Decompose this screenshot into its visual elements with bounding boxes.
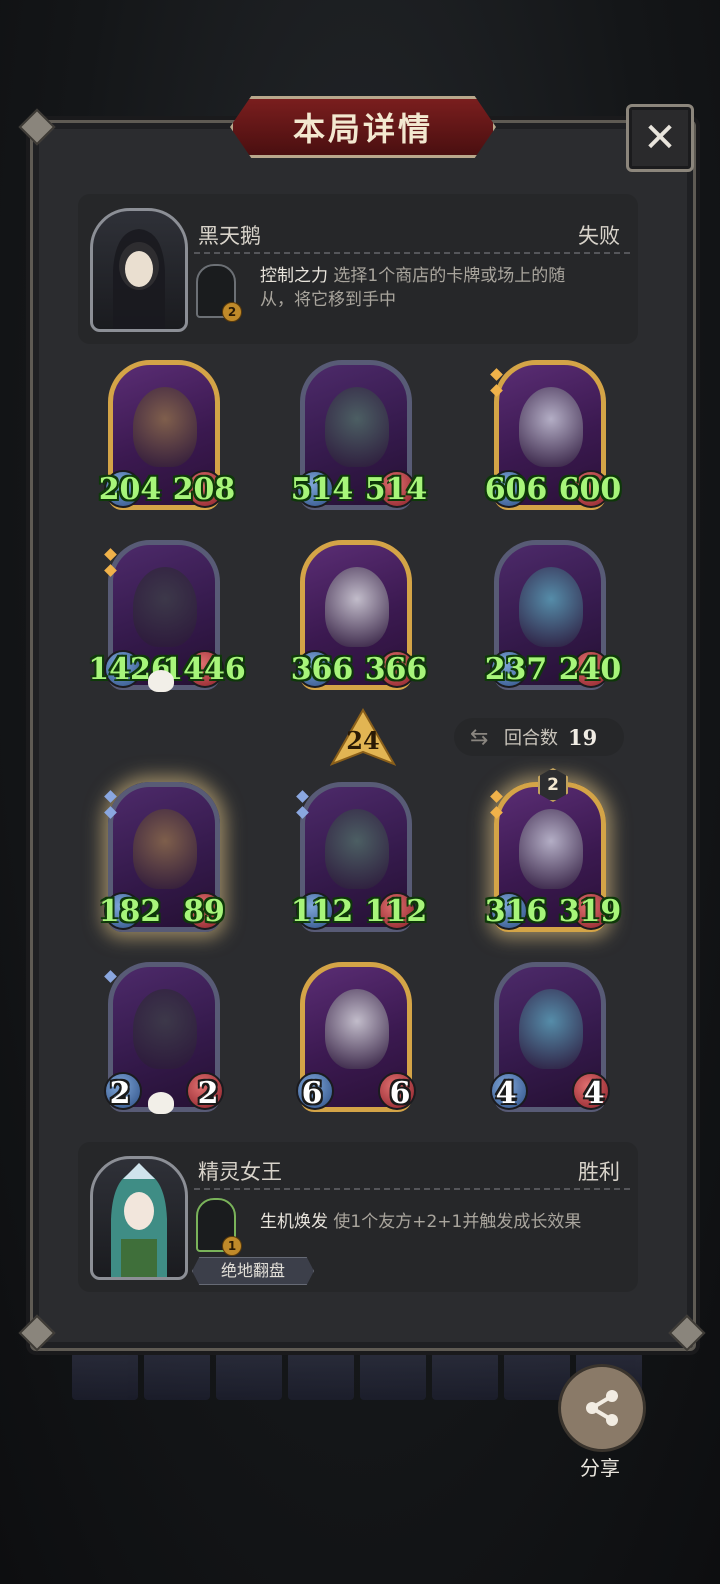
attack-value: 316: [484, 894, 548, 929]
minion-card[interactable]: 22: [104, 962, 224, 1118]
health-value: 2: [197, 1076, 219, 1111]
attack-value: 4: [495, 1076, 517, 1111]
health-value: 600: [558, 472, 622, 507]
skull-icon: [148, 1092, 174, 1114]
health-value: 208: [172, 472, 236, 507]
skull-icon: [148, 670, 174, 692]
player-portrait[interactable]: [90, 1156, 188, 1280]
attack-value: 366: [290, 652, 354, 687]
swap-icon: ⇆: [470, 724, 489, 750]
health-value: 4: [583, 1076, 605, 1111]
health-value: 89: [183, 894, 225, 929]
attack-value: 182: [98, 894, 162, 929]
health-value: 6: [389, 1076, 411, 1111]
minion-card[interactable]: 366 366: [291, 540, 427, 696]
attack-value: 112: [290, 894, 354, 929]
health-value: 240: [558, 652, 622, 687]
minion-card[interactable]: 237 240: [485, 540, 621, 696]
ability-text: 从，将它移到手中: [260, 290, 396, 310]
opponent-portrait[interactable]: [90, 208, 188, 332]
health-value: 319: [558, 894, 622, 929]
opponent-result: 失败: [578, 224, 620, 248]
ability-name: 生机焕发: [260, 1212, 328, 1232]
opponent-ability: 控制之力 选择1个商店的卡牌或场上的随 从，将它移到手中: [260, 264, 565, 312]
player-name: 精灵女王: [198, 1160, 282, 1184]
attack-value: 237: [484, 652, 548, 687]
minion-art: [133, 989, 197, 1069]
turn-indicator: 24: [330, 708, 396, 766]
player-card: 精灵女王 胜利 1 生机焕发 使1个友方+2+1并触发成长效果: [78, 1142, 638, 1292]
comeback-tag: 绝地翻盘: [192, 1257, 314, 1285]
turn-indicator-value: 24: [346, 726, 380, 755]
round-counter: ⇆ 回合数 19: [454, 718, 624, 756]
minion-art: [325, 989, 389, 1069]
minion-card[interactable]: 606 600: [485, 360, 621, 516]
hero-power-level: 2: [222, 302, 242, 322]
minion-art: [133, 809, 197, 889]
ability-name: 控制之力: [260, 266, 328, 286]
share-icon: [586, 1390, 618, 1426]
attack-value: 2: [109, 1076, 131, 1111]
divider: [194, 252, 630, 254]
minion-art: [325, 809, 389, 889]
health-value: 1446: [162, 652, 246, 687]
share-label: 分享: [580, 1456, 620, 1480]
health-value: 366: [364, 652, 428, 687]
minion-art: [133, 387, 197, 467]
attack-value: 6: [301, 1076, 323, 1111]
divider: [194, 1188, 630, 1190]
minion-art: [519, 809, 583, 889]
hero-power-level: 1: [222, 1236, 242, 1256]
close-button[interactable]: ✕: [626, 104, 694, 172]
minion-card[interactable]: 182 89: [99, 782, 225, 938]
health-value: 514: [364, 472, 428, 507]
health-value: 112: [364, 894, 428, 929]
hero-power-icon[interactable]: 2: [196, 264, 242, 322]
title-banner: 本局详情: [230, 96, 496, 158]
opponent-card: 黑天鹅 失败 2 控制之力 选择1个商店的卡牌或场上的随 从，将它移到手中: [78, 194, 638, 344]
minion-card[interactable]: 204 208: [99, 360, 235, 516]
ability-text: 使1个友方+2+1并触发成长效果: [333, 1212, 582, 1232]
close-icon: ✕: [643, 115, 677, 161]
player-result: 胜利: [578, 1160, 620, 1184]
background-card-strip: [72, 1352, 642, 1400]
attack-value: 204: [98, 472, 162, 507]
minion-art: [519, 567, 583, 647]
minion-card[interactable]: 1426 1446: [88, 540, 246, 696]
minion-card[interactable]: 112 112: [291, 782, 427, 938]
round-label: 回合数: [504, 728, 558, 749]
page-title: 本局详情: [292, 110, 433, 148]
minion-card[interactable]: 44: [490, 962, 610, 1118]
player-ability: 生机焕发 使1个友方+2+1并触发成长效果: [260, 1210, 581, 1234]
minion-art: [325, 567, 389, 647]
minion-art: [133, 567, 197, 647]
minion-card[interactable]: 66: [296, 962, 416, 1118]
minion-card[interactable]: 2 316 319: [485, 768, 621, 938]
hero-power-icon[interactable]: 1: [196, 1198, 242, 1256]
minion-art: [519, 989, 583, 1069]
share-button[interactable]: [558, 1364, 646, 1452]
minion-art: [325, 387, 389, 467]
round-value: 19: [568, 724, 598, 750]
attack-value: 514: [290, 472, 354, 507]
minion-card[interactable]: 514 514: [291, 360, 427, 516]
ability-text: 选择1个商店的卡牌或场上的随: [333, 266, 566, 286]
attack-value: 606: [484, 472, 548, 507]
opponent-name: 黑天鹅: [198, 224, 261, 248]
minion-art: [519, 387, 583, 467]
